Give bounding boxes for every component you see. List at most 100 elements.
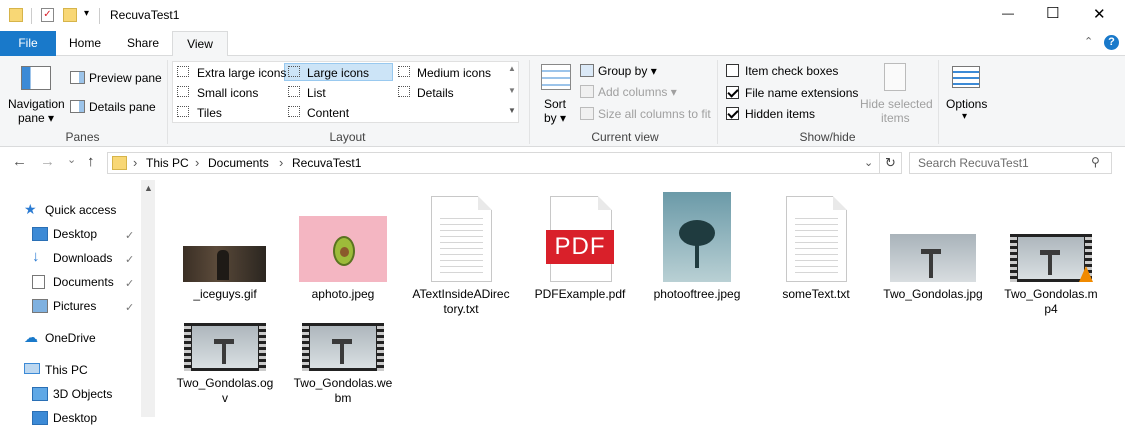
nav-item-downloads[interactable]: ↓ Downloads ✓ [32, 247, 134, 269]
nav-item-documents[interactable]: Documents ✓ [32, 271, 134, 293]
tab-file[interactable]: File [0, 31, 56, 56]
pin-icon: ✓ [125, 230, 135, 242]
layout-medium-icons[interactable]: Medium icons [417, 66, 491, 80]
file-name: Two_Gondolas.webm [293, 376, 393, 405]
add-columns-button[interactable]: Add columns ▾ [598, 85, 677, 99]
address-dropdown-icon[interactable]: ⌄ [864, 156, 873, 169]
item-check-boxes-label[interactable]: Item check boxes [745, 64, 838, 78]
breadcrumb-recuvatest1[interactable]: RecuvaTest1 [292, 156, 361, 170]
tree-photo-thumbnail [663, 192, 731, 282]
file-item[interactable]: someText.txt [766, 180, 866, 310]
details-pane-button[interactable]: Details pane [89, 100, 156, 114]
nav-item-desktop-pc[interactable]: Desktop [32, 407, 97, 429]
file-item[interactable]: _iceguys.gif [175, 180, 275, 310]
divider [938, 60, 939, 144]
gallery-scroll-up-icon[interactable]: ▲ [508, 64, 516, 73]
tiles-icon [177, 106, 189, 117]
layout-small-icons[interactable]: Small icons [197, 86, 258, 100]
nav-label: Documents [53, 275, 114, 289]
layout-details[interactable]: Details [417, 86, 454, 100]
nav-label: Downloads [53, 251, 113, 265]
nav-item-this-pc[interactable]: This PC [24, 359, 88, 381]
tab-home[interactable]: Home [60, 31, 110, 56]
breadcrumb-documents[interactable]: Documents [208, 156, 269, 170]
nav-label: Pictures [53, 299, 97, 313]
layout-list[interactable]: List [307, 86, 326, 100]
layout-large-icons[interactable]: Large icons [307, 66, 369, 80]
content-icon [288, 106, 300, 117]
file-item[interactable]: photooftree.jpeg [647, 180, 747, 310]
sort-by-button[interactable]: Sort [544, 97, 566, 111]
nav-item-desktop[interactable]: Desktop ✓ [32, 223, 134, 245]
file-item[interactable]: Two_Gondolas.webm [293, 313, 393, 417]
help-icon[interactable]: ? [1104, 35, 1119, 50]
computer-icon [24, 363, 40, 374]
nav-item-onedrive[interactable]: ☁ OneDrive [24, 327, 96, 349]
file-item[interactable]: Two_Gondolas.jpg [883, 180, 983, 320]
close-button[interactable]: ✕ [1093, 5, 1106, 23]
customize-toolbar-icon[interactable]: ▾ [84, 8, 89, 19]
nav-item-pictures[interactable]: Pictures ✓ [32, 295, 134, 317]
item-check-boxes-checkbox[interactable] [726, 64, 739, 77]
navigation-pane-icon[interactable] [21, 66, 51, 90]
options-arrow-icon[interactable]: ▾ [962, 111, 967, 122]
navigation-pane-button[interactable]: Navigation [8, 97, 65, 111]
minimize-button[interactable]: — [1002, 6, 1014, 20]
layout-extra-large-icons[interactable]: Extra large icons [197, 66, 286, 80]
nav-item-3d-objects[interactable]: 3D Objects [32, 383, 112, 405]
collapse-ribbon-icon[interactable]: ⌃ [1084, 35, 1093, 48]
size-all-columns-button[interactable]: Size all columns to fit [598, 107, 711, 121]
group-by-button[interactable]: Group by ▾ [598, 64, 657, 78]
up-button[interactable]: ↑ [87, 153, 95, 170]
file-list: _iceguys.gif aphoto.jpeg ATextInsideADir… [156, 180, 1125, 417]
search-input[interactable]: Search RecuvaTest1 [918, 156, 1029, 170]
group-label-layout: Layout [329, 130, 366, 144]
tab-view[interactable]: View [172, 31, 228, 57]
gallery-expand-icon[interactable]: ▼ [508, 106, 516, 115]
address-bar[interactable]: › This PC › Documents › RecuvaTest1 ⌄ [107, 152, 880, 174]
cloud-icon: ☁ [24, 329, 38, 345]
search-box[interactable]: Search RecuvaTest1 ⚲ [909, 152, 1112, 174]
options-button[interactable]: Options [946, 97, 987, 111]
pin-icon: ✓ [125, 278, 135, 290]
nav-item-quick-access[interactable]: ★ Quick access [24, 199, 116, 221]
breadcrumb-this-pc[interactable]: This PC [146, 156, 189, 170]
recent-locations-button[interactable]: ⌄ [67, 153, 76, 166]
sort-by-button-sub[interactable]: by ▾ [544, 111, 566, 125]
small-icons-icon [177, 86, 189, 97]
file-name-extensions-label[interactable]: File name extensions [745, 86, 858, 100]
nav-scrollbar[interactable]: ▲ [141, 180, 155, 417]
forward-button[interactable]: → [40, 153, 55, 170]
file-name: Two_Gondolas.jpg [883, 287, 983, 301]
file-item[interactable]: Two_Gondolas.ogv [175, 313, 275, 417]
back-button[interactable]: ← [12, 153, 27, 170]
new-folder-quick-icon[interactable] [63, 8, 77, 22]
hidden-items-checkbox[interactable] [726, 107, 739, 120]
maximize-button[interactable]: ☐ [1046, 4, 1059, 22]
file-item[interactable]: PDF PDFExample.pdf [530, 180, 630, 310]
hidden-items-label[interactable]: Hidden items [745, 107, 815, 121]
file-name: PDFExample.pdf [534, 287, 626, 301]
file-name: Two_Gondolas.mp4 [1004, 287, 1098, 316]
properties-quick-icon[interactable]: ✓ [41, 8, 54, 22]
file-item[interactable]: ATextInsideADirectory.txt [411, 180, 511, 320]
gallery-scroll-down-icon[interactable]: ▼ [508, 86, 516, 95]
hide-selected-button[interactable]: Hide selected [860, 97, 933, 111]
navigation-pane-button-sub[interactable]: pane ▾ [18, 111, 54, 125]
layout-tiles[interactable]: Tiles [197, 106, 222, 120]
preview-pane-icon [70, 71, 85, 84]
file-item[interactable]: Two_Gondolas.mp4 [1001, 180, 1101, 320]
refresh-button[interactable]: ↻ [880, 152, 902, 174]
file-name: someText.txt [782, 287, 850, 301]
layout-content[interactable]: Content [307, 106, 349, 120]
medium-icons-icon [398, 66, 410, 77]
file-name: aphoto.jpeg [311, 287, 375, 301]
preview-pane-button[interactable]: Preview pane [89, 71, 162, 85]
scroll-up-icon[interactable]: ▲ [144, 183, 153, 193]
hide-selected-button-sub[interactable]: items [881, 111, 910, 125]
search-icon: ⚲ [1091, 155, 1100, 169]
file-item[interactable]: aphoto.jpeg [293, 180, 393, 310]
tab-share[interactable]: Share [118, 31, 168, 56]
gondola-photo-thumbnail [890, 234, 976, 282]
file-name-extensions-checkbox[interactable] [726, 86, 739, 99]
